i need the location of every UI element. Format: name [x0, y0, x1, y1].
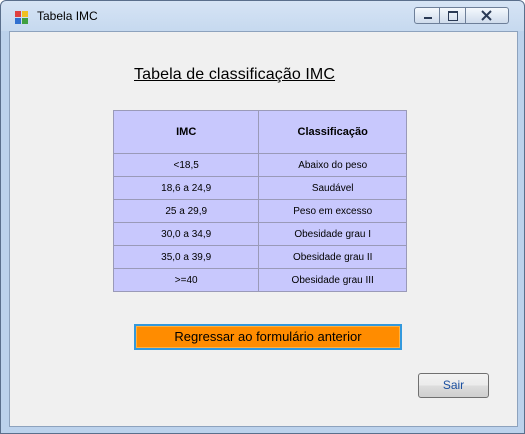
close-icon: [466, 8, 507, 23]
imc-range-cell: 25 a 29,9: [112, 199, 260, 223]
minimize-button[interactable]: [414, 7, 440, 24]
window-title: Tabela IMC: [37, 9, 98, 23]
classification-cell: Peso em excesso: [258, 199, 407, 223]
app-form-icon[interactable]: [15, 11, 28, 24]
imc-range-cell: 18,6 a 24,9: [112, 176, 260, 200]
imc-table: IMC Classificação <18,5 Abaixo do peso 1…: [112, 110, 407, 292]
classification-cell: Obesidade grau III: [258, 268, 407, 292]
column-header-classificacao: Classificação: [258, 110, 407, 154]
table-row: >=40 Obesidade grau III: [112, 268, 407, 292]
page-title: Tabela de classificação IMC: [134, 66, 336, 83]
imc-range-cell: 35,0 a 39,9: [112, 245, 260, 269]
maximize-button[interactable]: [440, 7, 466, 24]
table-header-row: IMC Classificação: [112, 110, 407, 154]
imc-range-cell: >=40: [112, 268, 260, 292]
table-row: 18,6 a 24,9 Saudável: [112, 176, 407, 200]
form-client-area: Tabela de classificação IMC IMC Classifi…: [9, 31, 518, 427]
classification-cell: Abaixo do peso: [258, 153, 407, 177]
classification-cell: Obesidade grau II: [258, 245, 407, 269]
imc-range-cell: <18,5: [112, 153, 260, 177]
exit-button[interactable]: Sair: [418, 373, 489, 398]
window: Tabela IMC Tabela de classificação IMC I…: [0, 0, 525, 434]
table-row: 35,0 a 39,9 Obesidade grau II: [112, 245, 407, 269]
column-header-imc: IMC: [112, 110, 260, 154]
table-row: <18,5 Abaixo do peso: [112, 153, 407, 177]
imc-range-cell: 30,0 a 34,9: [112, 222, 260, 246]
minimize-icon: [424, 17, 432, 19]
classification-cell: Saudável: [258, 176, 407, 200]
table-row: 30,0 a 34,9 Obesidade grau I: [112, 222, 407, 246]
title-bar[interactable]: Tabela IMC: [1, 1, 524, 31]
maximize-icon: [448, 11, 458, 21]
classification-cell: Obesidade grau I: [258, 222, 407, 246]
close-button[interactable]: [466, 7, 509, 24]
back-to-form-button[interactable]: Regressar ao formulário anterior: [134, 324, 402, 350]
table-row: 25 a 29,9 Peso em excesso: [112, 199, 407, 223]
